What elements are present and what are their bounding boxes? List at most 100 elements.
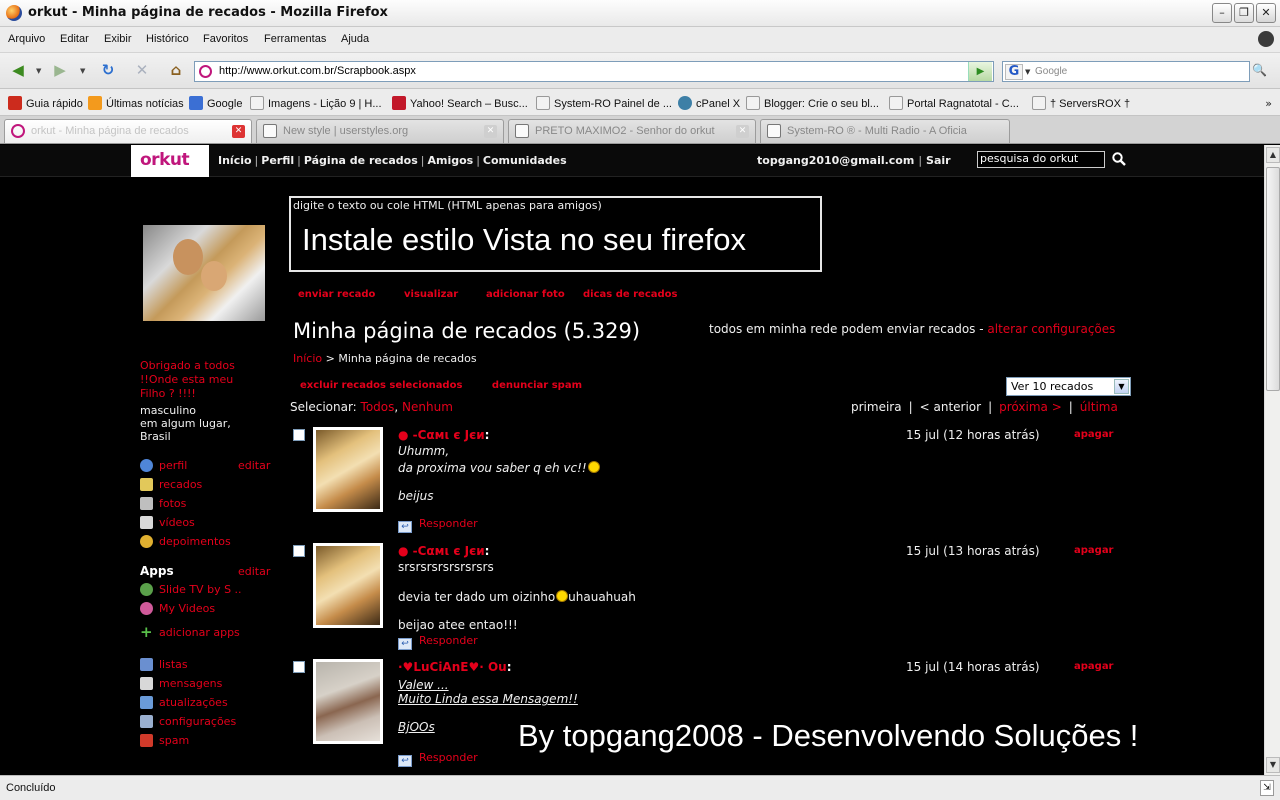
url-text[interactable]: http://www.orkut.com.br/Scrapbook.aspx [219,65,416,77]
sidebar-item-spam[interactable]: spam [140,733,280,749]
chevron-down-icon[interactable]: ▼ [1114,379,1129,394]
app-slide-tv[interactable]: Slide TV by S .. [140,582,280,598]
scrap-checkbox[interactable] [293,545,305,557]
close-button[interactable]: ✕ [1256,3,1276,23]
nav-comunidades[interactable]: Comunidades [483,154,567,167]
web-search-magnifier-icon[interactable]: 🔍 [1252,63,1272,81]
scraps-per-page-select[interactable]: Ver 10 recados ▼ [1006,377,1131,396]
tab-system-ro[interactable]: System-RO ® - Multi Radio - A Oficial ..… [760,119,1010,143]
tab-preto-maximo[interactable]: PRETO MAXIMO2 - Senhor do orkut | ... ✕ [508,119,756,143]
sidebar-item-listas[interactable]: listas [140,657,280,673]
scrap-author[interactable]: ● -Cαмι є Jєи: [398,544,489,558]
bookmark-item[interactable]: cPanel X [678,96,740,110]
preview-button[interactable]: visualizar [404,289,458,300]
scrap-composer-textarea[interactable]: digite o texto ou cole HTML (HTML apenas… [289,196,822,272]
add-apps-link[interactable]: + adicionar apps [140,625,280,641]
pager-last[interactable]: última [1080,400,1118,414]
select-all-link[interactable]: Todos [361,400,395,414]
tab-close-icon[interactable]: ✕ [736,125,749,138]
bookmark-item[interactable]: † ServersROX † [1032,96,1130,110]
stop-button[interactable]: ✕ [130,59,154,83]
back-history-dropdown-icon[interactable]: ▼ [36,67,41,75]
scrap-author[interactable]: ● -Cαмι є Jєи: [398,428,489,442]
edit-profile-link[interactable]: editar [238,459,270,472]
send-scrap-button[interactable]: enviar recado [298,289,375,300]
scrollbar-thumb[interactable] [1266,167,1280,391]
sidebar-item-atualizacoes[interactable]: atualizações [140,695,280,711]
tab-orkut[interactable]: orkut - Minha página de recados ✕ [4,119,252,143]
scrap-checkbox[interactable] [293,661,305,673]
sidebar-item-mensagens[interactable]: mensagens [140,676,280,692]
sidebar-item-recados[interactable]: recados [140,477,280,493]
menu-editar[interactable]: Editar [60,33,89,45]
delete-scrap-link[interactable]: apagar [1074,661,1114,672]
bookmark-item[interactable]: System-RO Painel de ... [536,96,672,110]
delete-scrap-link[interactable]: apagar [1074,545,1114,556]
bookmark-item[interactable]: Yahoo! Search – Busc... [392,96,528,110]
search-icon[interactable] [1112,152,1126,166]
go-button[interactable]: ▶ [968,62,992,81]
scrap-author-photo[interactable] [313,543,383,628]
nav-amigos[interactable]: Amigos [427,154,473,167]
tab-close-icon[interactable]: ✕ [232,125,245,138]
sidebar-item-fotos[interactable]: fotos [140,496,280,512]
menu-ferramentas[interactable]: Ferramentas [264,33,326,45]
scrap-author-photo[interactable] [313,427,383,512]
bookmark-item[interactable]: Blogger: Crie o seu bl... [746,96,879,110]
reply-button[interactable]: ↩ Responder [398,634,478,650]
minimize-button[interactable]: – [1212,3,1232,23]
add-photo-button[interactable]: adicionar foto [486,289,565,300]
orkut-search-input[interactable]: pesquisa do orkut [977,151,1105,168]
page-scrollbar[interactable]: ▲ ▼ [1264,145,1280,775]
maximize-button[interactable]: ❐ [1234,3,1254,23]
menu-historico[interactable]: Histórico [146,33,189,45]
edit-apps-link[interactable]: editar [238,565,270,578]
bookmark-item[interactable]: Imagens - Lição 9 | H... [250,96,382,110]
engine-dropdown-icon[interactable]: ▼ [1025,68,1030,76]
sidebar-item-perfil[interactable]: perfil editar [140,458,280,474]
menu-favoritos[interactable]: Favoritos [203,33,248,45]
sidebar-item-configuracoes[interactable]: configurações [140,714,280,730]
bookmark-item[interactable]: Portal Ragnatotal - C... [889,96,1019,110]
delete-scrap-link[interactable]: apagar [1074,429,1114,440]
web-search-box[interactable]: G ▼ Google [1002,61,1250,82]
delete-selected-button[interactable]: excluir recados selecionados [300,380,462,391]
url-bar[interactable]: http://www.orkut.com.br/Scrapbook.aspx [194,61,994,82]
forward-history-dropdown-icon[interactable]: ▼ [80,67,85,75]
scroll-up-icon[interactable]: ▲ [1266,147,1280,163]
bookmark-item[interactable]: Google [189,96,242,110]
logout-link[interactable]: Sair [926,154,951,167]
menu-ajuda[interactable]: Ajuda [341,33,369,45]
reply-button[interactable]: ↩ Responder [398,751,478,767]
scrap-tips-link[interactable]: dicas de recados [583,289,678,300]
tab-close-icon[interactable]: ✕ [484,125,497,138]
scrap-author[interactable]: ·♥LuCiAnE♥· Ou: [398,660,512,674]
change-settings-link[interactable]: alterar configurações [987,322,1115,336]
reload-button[interactable]: ↻ [96,59,120,83]
select-none-link[interactable]: Nenhum [402,400,453,414]
resize-grip-icon[interactable]: ⇲ [1260,780,1274,796]
bookmark-item[interactable]: Guia rápido [8,96,83,110]
scrap-author-photo[interactable] [313,659,383,744]
bookmark-item[interactable]: Últimas notícias [88,96,184,110]
menu-exibir[interactable]: Exibir [104,33,132,45]
nav-inicio[interactable]: Início [218,154,252,167]
orkut-logo[interactable]: orkut [131,145,209,177]
app-my-videos[interactable]: My Videos [140,601,280,617]
bookmarks-overflow-button[interactable]: » [1265,97,1272,110]
google-engine-icon[interactable]: G [1005,64,1023,80]
sidebar-item-videos[interactable]: vídeos [140,515,280,531]
breadcrumb-home[interactable]: Início [293,352,322,365]
pager-next[interactable]: próxima > [999,400,1062,414]
back-button[interactable]: ◀ [6,59,30,83]
report-spam-button[interactable]: denunciar spam [492,380,582,391]
nav-pagina-de-recados[interactable]: Página de recados [304,154,418,167]
nav-perfil[interactable]: Perfil [261,154,294,167]
reply-button[interactable]: ↩ Responder [398,517,478,533]
scrap-checkbox[interactable] [293,429,305,441]
menu-arquivo[interactable]: Arquivo [8,33,45,45]
home-button[interactable]: ⌂ [164,59,188,83]
forward-button[interactable]: ▶ [48,59,72,83]
scroll-down-icon[interactable]: ▼ [1266,757,1280,773]
sidebar-item-depoimentos[interactable]: depoimentos [140,534,280,550]
